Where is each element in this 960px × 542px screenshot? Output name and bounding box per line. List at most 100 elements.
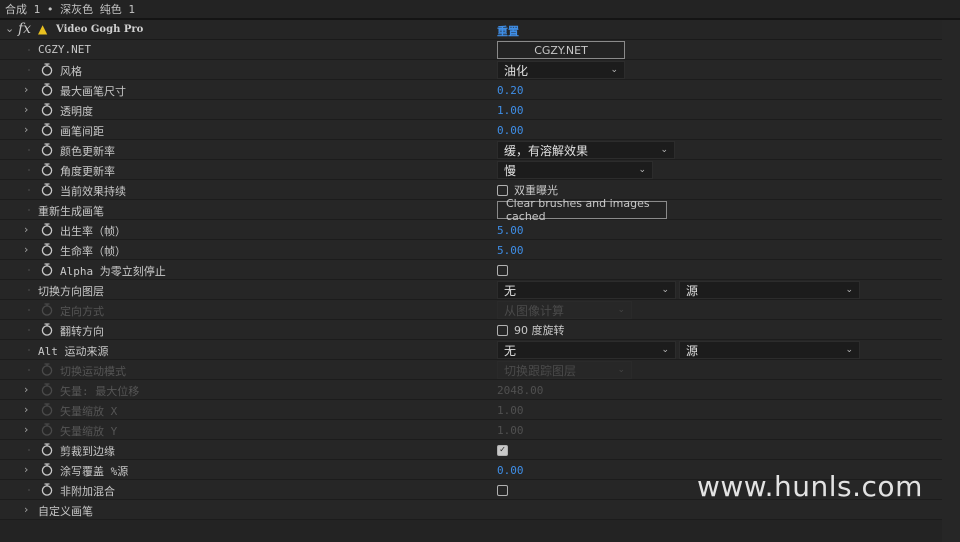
stopwatch-icon[interactable] xyxy=(41,123,53,136)
stopwatch-icon xyxy=(41,423,53,436)
effect-header-row[interactable]: ⌄ fx ▲ Video Gogh Pro 重置 xyxy=(0,20,942,40)
checkbox-label: 双重曝光 xyxy=(514,184,558,197)
layer-dropdown[interactable]: 无 ⌄ xyxy=(497,341,676,359)
stopwatch-icon[interactable] xyxy=(41,243,53,256)
property-row: 翻转方向 90 度旋转 xyxy=(0,320,942,340)
property-row: 重新生成画笔 Clear brushes and images cached xyxy=(0,197,942,223)
dropdown-value: 无 xyxy=(504,283,517,298)
checkbox[interactable] xyxy=(497,184,508,196)
property-label: 涂写覆盖 %源 xyxy=(60,465,129,478)
stopwatch-icon[interactable] xyxy=(41,443,53,456)
property-row: Alt 运动来源无 ⌄ 源 ⌄ xyxy=(0,340,942,360)
dropdown: 从图像计算 ⌄ xyxy=(497,301,632,319)
stopwatch-icon[interactable] xyxy=(41,83,53,96)
property-row: › 矢量: 最大位移 2048.00 xyxy=(0,380,942,400)
scrollbar-track[interactable] xyxy=(942,20,960,542)
row-dot xyxy=(28,189,30,191)
row-dot xyxy=(28,349,30,351)
stopwatch-icon[interactable] xyxy=(41,103,53,116)
source-dropdown[interactable]: 源 ⌄ xyxy=(679,281,860,299)
checkbox[interactable]: ✓ xyxy=(497,444,508,456)
twirl-chevron-icon[interactable]: › xyxy=(24,223,28,236)
chevron-down-icon: ⌄ xyxy=(661,345,669,355)
row-dot xyxy=(28,449,30,451)
property-row: › 矢量缩放 X 1.00 xyxy=(0,400,942,420)
checkbox[interactable] xyxy=(497,324,508,336)
stopwatch-icon[interactable] xyxy=(41,483,53,496)
stopwatch-icon[interactable] xyxy=(41,183,53,196)
property-label: Alpha 为零立刻停止 xyxy=(60,265,166,278)
property-control: 慢 ⌄ xyxy=(497,160,653,180)
property-label: 画笔间距 xyxy=(60,125,104,138)
stopwatch-icon xyxy=(41,403,53,416)
property-label: 透明度 xyxy=(60,105,93,118)
twirl-chevron-icon[interactable]: › xyxy=(24,423,28,436)
twirl-chevron-icon[interactable]: › xyxy=(24,83,28,96)
checkbox[interactable] xyxy=(497,264,508,276)
value-scrubber[interactable]: 1.00 xyxy=(497,104,524,117)
action-button[interactable]: Clear brushes and images cached xyxy=(497,197,667,223)
property-row: Alpha 为零立刻停止 xyxy=(0,260,942,280)
chevron-down-icon: ⌄ xyxy=(845,285,853,295)
reset-link[interactable]: 重置 xyxy=(497,23,519,39)
property-control: 切换跟踪图层 ⌄ xyxy=(497,360,632,380)
property-control: 0.00 xyxy=(497,460,524,480)
twirl-chevron-icon[interactable]: › xyxy=(24,243,28,256)
property-label: 切换方向图层 xyxy=(38,285,104,298)
dropdown[interactable]: 慢 ⌄ xyxy=(497,161,653,179)
stopwatch-icon xyxy=(41,363,53,376)
checkbox[interactable] xyxy=(497,484,508,496)
property-control xyxy=(497,260,508,280)
warning-icon: ▲ xyxy=(38,22,48,36)
twirl-chevron-icon[interactable]: › xyxy=(24,463,28,476)
twirl-chevron-icon[interactable]: › xyxy=(24,103,28,116)
property-control: 缓，有溶解效果 ⌄ xyxy=(497,140,675,160)
value-scrubber[interactable]: 5.00 xyxy=(497,244,524,257)
layer-dropdown[interactable]: 无 ⌄ xyxy=(497,281,676,299)
effect-controls-panel: ⌄ fx ▲ Video Gogh Pro 重置 CGZY.NET CGZY.NE… xyxy=(0,20,942,542)
stopwatch-icon[interactable] xyxy=(41,463,53,476)
fx-icon[interactable]: fx xyxy=(18,21,31,37)
value-scrubber[interactable]: 0.20 xyxy=(497,84,524,97)
panel-title: 合成 1 • 深灰色 纯色 1 xyxy=(0,0,960,20)
property-label: 翻转方向 xyxy=(60,325,104,338)
property-control: Clear brushes and images cached xyxy=(497,197,667,223)
stopwatch-icon[interactable] xyxy=(41,143,53,156)
property-control: 5.00 xyxy=(497,220,524,240)
stopwatch-icon[interactable] xyxy=(41,323,53,336)
property-label: 生命率（帧） xyxy=(60,245,126,258)
action-button[interactable]: CGZY.NET xyxy=(497,41,625,59)
twirl-chevron-icon[interactable]: › xyxy=(24,503,28,516)
stopwatch-icon[interactable] xyxy=(41,163,53,176)
property-label: 颜色更新率 xyxy=(60,145,115,158)
stopwatch-icon[interactable] xyxy=(41,263,53,276)
value-scrubber[interactable]: 0.00 xyxy=(497,464,524,477)
property-label: 矢量缩放 Y xyxy=(60,425,118,438)
row-dot xyxy=(28,169,30,171)
property-row: 角度更新率慢 ⌄ xyxy=(0,160,942,180)
row-dot xyxy=(28,329,30,331)
value-scrubber[interactable]: 0.00 xyxy=(497,124,524,137)
property-label: 重新生成画笔 xyxy=(38,205,104,218)
twirl-open-icon[interactable]: ⌄ xyxy=(5,22,14,35)
twirl-chevron-icon[interactable]: › xyxy=(24,383,28,396)
property-row: 当前效果持续 双重曝光 xyxy=(0,180,942,200)
dropdown-value: 切换跟踪图层 xyxy=(504,363,577,378)
value-scrubber[interactable]: 5.00 xyxy=(497,224,524,237)
dropdown[interactable]: 油化 ⌄ xyxy=(497,61,625,79)
property-control: ✓ xyxy=(497,440,508,460)
stopwatch-icon[interactable] xyxy=(41,63,53,76)
chevron-down-icon: ⌄ xyxy=(660,145,668,155)
property-row: › 生命率（帧） 5.00 xyxy=(0,240,942,260)
property-label: 定向方式 xyxy=(60,305,104,318)
property-control: 油化 ⌄ xyxy=(497,60,625,80)
twirl-chevron-icon[interactable]: › xyxy=(24,123,28,136)
source-dropdown[interactable]: 源 ⌄ xyxy=(679,341,860,359)
stopwatch-icon xyxy=(41,383,53,396)
dropdown[interactable]: 缓，有溶解效果 ⌄ xyxy=(497,141,675,159)
property-control: 无 ⌄ 源 ⌄ xyxy=(497,340,860,360)
property-row: › 自定义画笔 xyxy=(0,500,942,520)
stopwatch-icon[interactable] xyxy=(41,223,53,236)
twirl-chevron-icon[interactable]: › xyxy=(24,403,28,416)
property-label: 切换运动模式 xyxy=(60,365,126,378)
